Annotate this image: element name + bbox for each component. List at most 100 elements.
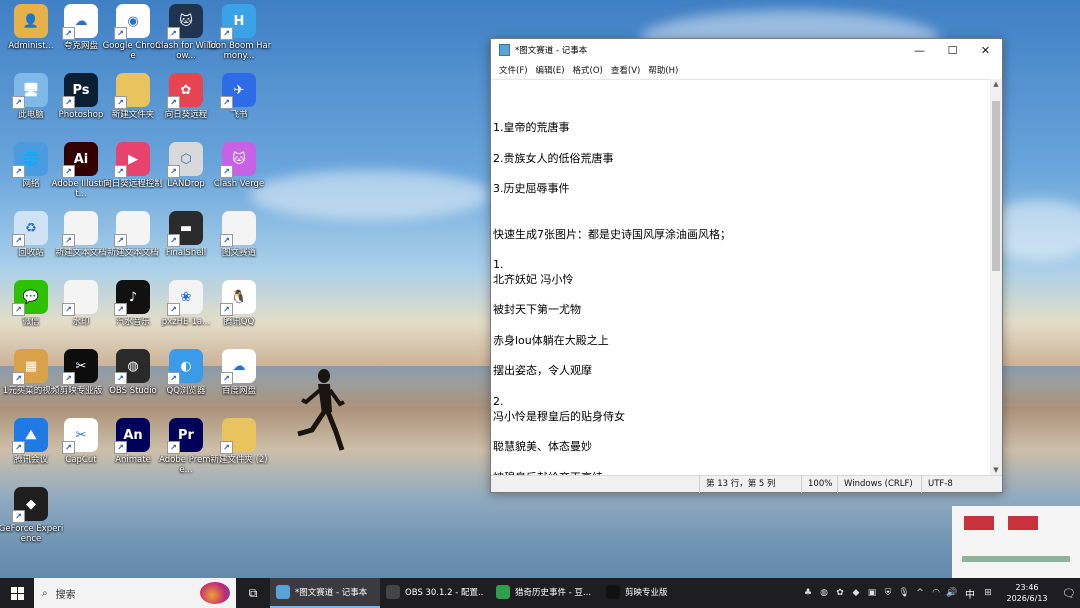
line-ending: Windows (CRLF) [837, 475, 921, 493]
windows-logo-icon [10, 586, 24, 600]
menu-format[interactable]: 格式(O) [569, 64, 607, 76]
text-line: 冯小怜是穆皇后的贴身侍女 [493, 409, 625, 423]
text-line [493, 196, 991, 211]
tray-app-icon[interactable]: ♣ [800, 588, 816, 598]
image-file-icon: ❀ [167, 280, 203, 316]
taskbar-app-button[interactable]: OBS 30.1.2 - 配置... [380, 578, 490, 608]
search-placeholder: 搜索 [55, 589, 76, 601]
tray-nvidia-icon[interactable]: ◆ [848, 588, 864, 598]
qishui-music-icon: ♪ [114, 280, 150, 316]
wallpaper-cloud [250, 170, 490, 220]
scroll-up-arrow-icon[interactable]: ▲ [990, 79, 1002, 90]
desktop-icon[interactable]: 🐧腾讯QQ [208, 280, 270, 346]
desktop-icon[interactable]: 图文赛道 [208, 211, 270, 277]
text-line [493, 318, 991, 333]
taskbar-app-button[interactable]: 猎奇历史事件 - 豆... [490, 578, 600, 608]
tray-app-icon[interactable]: ▣ [864, 588, 880, 598]
tray-app-icon[interactable]: ✿ [832, 588, 848, 598]
input-method-indicator[interactable]: 中 [960, 586, 980, 601]
tray-mic-icon[interactable]: 🎙 [896, 588, 912, 598]
tray-obs-icon[interactable]: ◍ [816, 588, 832, 598]
task-view-icon[interactable]: ⧉ [236, 578, 270, 608]
menu-file[interactable]: 文件(F) [495, 64, 532, 76]
start-button[interactable] [0, 578, 34, 608]
wifi-icon[interactable]: ◠ [928, 588, 944, 598]
desktop-icon-label: 图文赛道 [221, 248, 256, 258]
text-file-icon [220, 211, 256, 247]
folder-icon [220, 418, 256, 454]
photoshop-icon: Ps [62, 73, 98, 109]
tray-shield-icon[interactable]: ⛨ [880, 588, 896, 598]
finalshell-icon: ▬ [167, 211, 203, 247]
scrollbar-thumb[interactable] [992, 101, 1000, 271]
taskbar: ⌕ 搜索 ⧉ *图文赛道 - 记事本 OBS 30.1.2 - 配置... 猎奇历史… [0, 578, 1080, 608]
capcut-icon: ✂ [62, 349, 98, 385]
clash-verge-icon: 🐱 [220, 142, 256, 178]
folder-icon [114, 73, 150, 109]
text-line: 1. [493, 257, 504, 271]
premiere-icon: Pr [167, 418, 203, 454]
desktop-icon[interactable]: ☁百度网盘 [208, 349, 270, 415]
text-line [493, 242, 991, 257]
sticker-bar [962, 556, 1070, 562]
notepad-statusbar: 第 13 行，第 5 列 100% Windows (CRLF) UTF-8 [491, 475, 1002, 493]
chrome-icon: ◉ [114, 4, 150, 40]
clash-icon: 🐱 [167, 4, 203, 40]
obs-icon [386, 585, 400, 599]
encoding: UTF-8 [921, 475, 1001, 493]
text-line: 3.历史屈辱事件 [493, 181, 570, 195]
cursor-position: 第 13 行，第 5 列 [699, 475, 801, 493]
text-line: 2.贵族女人的低俗荒唐事 [493, 151, 614, 165]
taskbar-app-button[interactable]: *图文赛道 - 记事本 [270, 578, 380, 608]
video-file-icon: ▦ [12, 349, 48, 385]
desktop-icon-label: 百度网盘 [221, 386, 256, 396]
notepad-text-area[interactable]: 1.皇帝的荒唐事 2.贵族女人的低俗荒唐事 3.历史屈辱事件 快速生成7张图片：都是史… [491, 79, 991, 476]
sunlogin-icon: ✿ [167, 73, 203, 109]
taskbar-app-label: 剪映专业版 [625, 588, 668, 598]
capcut-intl-icon: ✂ [62, 418, 98, 454]
vertical-scrollbar[interactable]: ▲ ▼ [990, 79, 1002, 476]
taskbar-app-label: 猎奇历史事件 - 豆... [515, 588, 592, 598]
desktop-icon[interactable]: ◆GeForce Experience [0, 487, 64, 553]
tray-show-hidden-icon[interactable]: ^ [912, 588, 928, 598]
taskbar-app-label: *图文赛道 - 记事本 [295, 588, 368, 598]
notification-center-icon[interactable]: 🗨 [1058, 587, 1080, 600]
text-line: 聪慧貌美、体态曼妙 [493, 440, 592, 454]
maximize-button[interactable]: ☐ [936, 39, 969, 61]
desktop-icon-label: GeForce Experience [0, 524, 64, 544]
desktop-icon[interactable]: ✈飞书 [208, 73, 270, 139]
illustrator-icon: Ai [62, 142, 98, 178]
notepad-titlebar[interactable]: *图文赛道 - 记事本 — ☐ ✕ [491, 39, 1002, 61]
volume-icon[interactable]: 🔊 [944, 588, 960, 598]
sticker-block [964, 516, 994, 530]
geforce-icon: ◆ [12, 487, 48, 523]
notepad-content: 1.皇帝的荒唐事 2.贵族女人的低俗荒唐事 3.历史屈辱事件 快速生成7张图片：都是史… [491, 80, 991, 476]
menu-edit[interactable]: 编辑(E) [532, 64, 569, 76]
text-line [493, 105, 991, 120]
close-button[interactable]: ✕ [969, 39, 1002, 61]
desktop-icon[interactable]: 🐱Clash Verge [208, 142, 270, 208]
desktop-icon[interactable]: 新建文件夹 (2) [208, 418, 270, 484]
desktop-icon-label: 飞书 [230, 110, 248, 120]
minimize-button[interactable]: — [903, 39, 936, 61]
taskbar-app-label: OBS 30.1.2 - 配置... [405, 588, 484, 598]
text-line: 1.皇帝的荒唐事 [493, 121, 570, 135]
input-method-icon[interactable]: ⊞ [980, 588, 996, 598]
quark-drive-icon: ☁ [62, 4, 98, 40]
taskbar-app-button[interactable]: 剪映专业版 [600, 578, 710, 608]
chrome-icon [496, 585, 510, 599]
capcut-icon [606, 585, 620, 599]
system-clock[interactable]: 23:46 2026/6/13 [996, 582, 1058, 604]
toon-boom-icon: H [220, 4, 256, 40]
notepad-window[interactable]: *图文赛道 - 记事本 — ☐ ✕ 文件(F) 编辑(E) 格式(O) 查看(V… [490, 38, 1003, 493]
search-highlight-icon [200, 582, 230, 604]
desktop-icon[interactable]: HToon Boom Harmony... [207, 4, 271, 70]
text-line: 赤身lou体躺在大殿之上 [493, 333, 609, 347]
overlay-sticker [952, 506, 1080, 578]
taskbar-search[interactable]: ⌕ 搜索 [34, 578, 236, 608]
text-file-icon [114, 211, 150, 247]
text-file-icon [62, 280, 98, 316]
notepad-icon [276, 585, 290, 599]
menu-help[interactable]: 帮助(H) [644, 64, 682, 76]
menu-view[interactable]: 查看(V) [607, 64, 644, 76]
